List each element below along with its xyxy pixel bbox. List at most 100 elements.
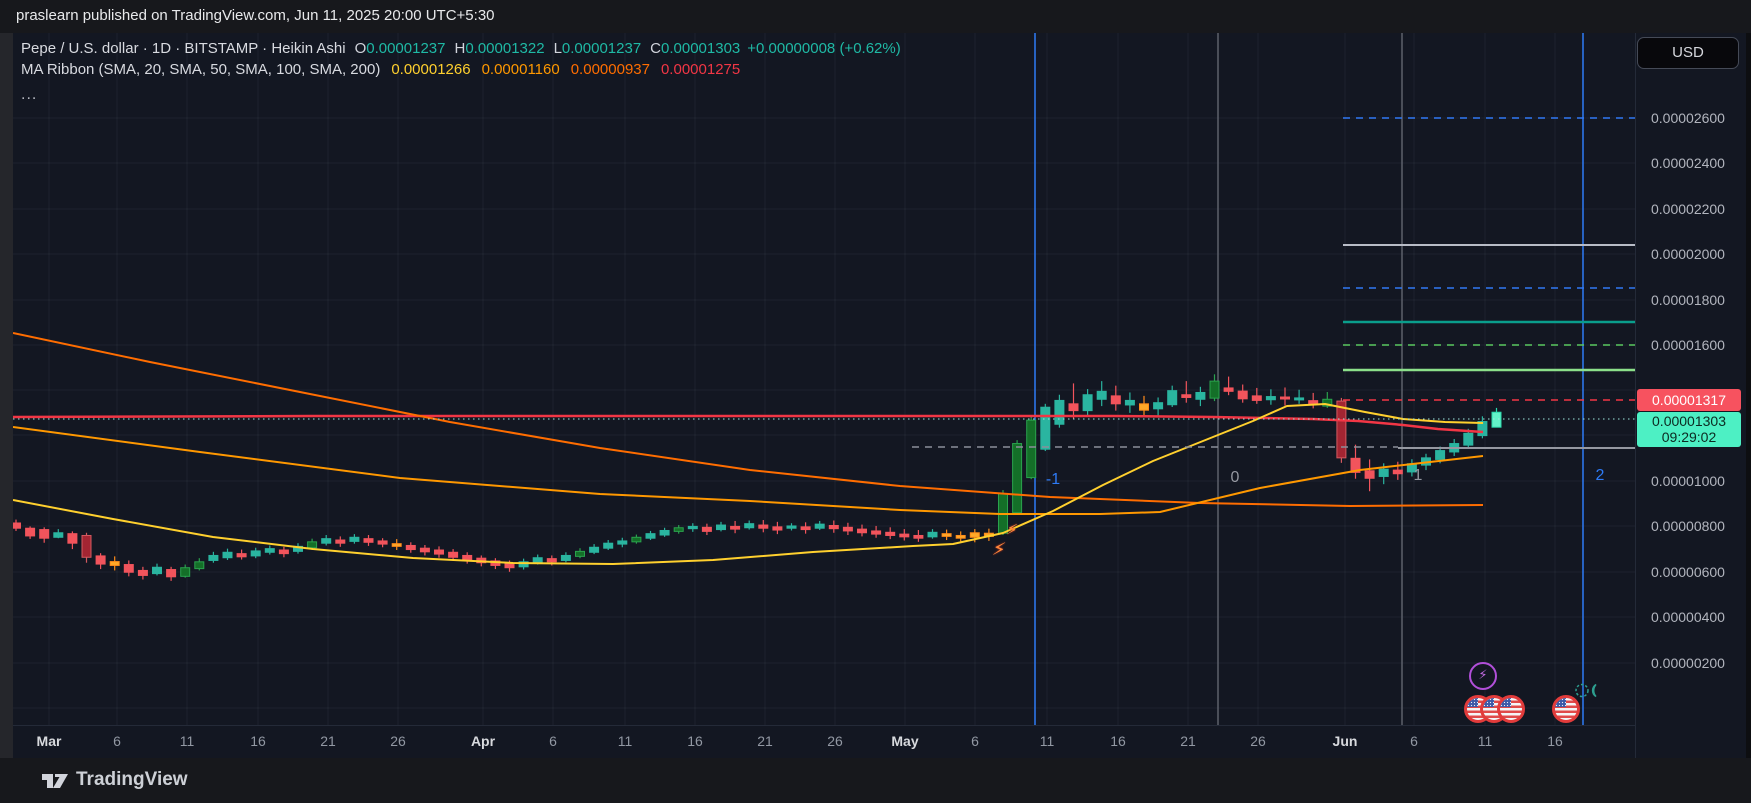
candle [39, 529, 50, 539]
candle [589, 546, 600, 553]
candle [575, 550, 585, 557]
ohlc-label: L [553, 40, 562, 57]
candle [603, 542, 614, 549]
candle [1237, 390, 1248, 400]
ma-value: 0.00001275 [660, 61, 741, 78]
candle [236, 553, 247, 558]
candle [1096, 390, 1107, 400]
time-axis-label: 16 [1547, 733, 1563, 749]
candle [1223, 387, 1234, 392]
tradingview-logo-icon[interactable] [41, 769, 69, 793]
candle [701, 526, 712, 532]
candle [123, 564, 134, 573]
candle [744, 523, 755, 529]
ohlc-values: O0.00001237 H0.00001322 L0.00001237 C0.0000… [346, 40, 901, 57]
candle [363, 538, 374, 543]
bar-countdown: 09:29:02 [1661, 429, 1717, 445]
publish-text: praslearn published on TradingView.com, … [16, 7, 495, 24]
us-flag-event-icon[interactable] [1497, 695, 1525, 723]
candle [1251, 395, 1262, 401]
candle [617, 540, 628, 545]
candle [53, 532, 64, 538]
flash-event-icon[interactable]: ⚡ [1469, 662, 1497, 690]
chart-legend: Pepe / U.S. dollar · 1D · BITSTAMP · Hei… [21, 38, 901, 104]
candle [1392, 469, 1403, 475]
candle [673, 527, 684, 532]
ohlc-value: 0.00001322 [465, 40, 545, 57]
candle [758, 524, 769, 529]
price-axis-label: 0.00000600 [1651, 564, 1725, 580]
ohlc-value: 0.00001303 [661, 40, 741, 57]
candle [560, 554, 571, 561]
candle [1167, 390, 1178, 406]
candle [1012, 443, 1023, 514]
price-axis[interactable]: 0.00001317 0.00001303 09:29:02 0.0000260… [1636, 33, 1746, 725]
chart-widget: Pepe / U.S. dollar · 1D · BITSTAMP · Hei… [13, 33, 1746, 758]
symbol-legend-row[interactable]: Pepe / U.S. dollar · 1D · BITSTAMP · Hei… [21, 38, 901, 59]
time-axis-label: Apr [470, 733, 496, 749]
candle [434, 549, 444, 555]
time-axis-label: 11 [1477, 733, 1493, 749]
candle [321, 538, 332, 544]
candle [1364, 470, 1375, 479]
time-axis-label: 26 [827, 733, 843, 749]
time-axis[interactable]: Mar 6 11 16 21 26 Apr 6 11 16 21 26 May 6 11 16 21 26 Jun 6… [13, 725, 1635, 758]
wave-count-label: 2 [1595, 467, 1605, 484]
legend-more-button[interactable]: ... [21, 86, 901, 104]
candle [645, 533, 656, 539]
candle [335, 539, 346, 544]
ma-ribbon-legend-row[interactable]: MA Ribbon (SMA, 20, SMA, 50, SMA, 100, S… [21, 59, 901, 80]
candle [1294, 397, 1305, 401]
candle [166, 569, 177, 578]
symbol-title: Pepe / U.S. dollar · 1D · BITSTAMP · Hei… [21, 40, 346, 57]
candle [1110, 395, 1121, 405]
candle [81, 534, 92, 558]
candle [1040, 406, 1051, 450]
ma-value: 0.00000937 [570, 61, 650, 78]
candle [222, 551, 233, 559]
candle [67, 533, 78, 544]
price-axis-label: 0.00002600 [1651, 110, 1725, 126]
candle [927, 531, 938, 538]
candle [814, 523, 825, 529]
wave-count-label: -1 [1045, 471, 1061, 488]
ohlc-value: 0.00001237 [366, 40, 446, 57]
candle [250, 550, 261, 557]
candle [1139, 403, 1149, 411]
tradingview-chart-screenshot: praslearn published on TradingView.com, … [0, 0, 1751, 803]
tradingview-brand-text[interactable]: TradingView [76, 769, 188, 791]
time-axis-label: 26 [390, 733, 406, 749]
candle [532, 557, 543, 564]
candle [800, 526, 811, 531]
candle [1068, 403, 1079, 412]
time-axis-label: 11 [617, 733, 633, 749]
candle [137, 569, 148, 576]
candle [208, 554, 219, 561]
candle [899, 533, 910, 538]
candle [109, 561, 120, 566]
candle [730, 525, 741, 530]
candle [842, 526, 853, 532]
candle [1124, 399, 1135, 406]
candle [871, 530, 882, 535]
candle [95, 555, 106, 565]
price-axis-label: 0.00001600 [1651, 337, 1725, 353]
footer-bar: TradingView [0, 758, 1751, 803]
candle [264, 548, 275, 553]
candle [180, 567, 191, 577]
candle [391, 543, 402, 547]
price-chart-canvas[interactable] [13, 33, 1746, 758]
ma-line [13, 403, 1484, 565]
candle [1082, 394, 1093, 412]
ohlc-value: 0.00001237 [561, 40, 642, 57]
candle [377, 540, 388, 545]
high-price-tag: 0.00001317 [1637, 389, 1741, 411]
candle [1280, 396, 1290, 400]
moon-phase-event-icon[interactable] [1574, 682, 1608, 705]
candle [1054, 399, 1065, 425]
candle [1435, 450, 1446, 460]
time-axis-label: 21 [320, 733, 336, 749]
candle [1026, 419, 1037, 479]
price-axis-label: 0.00001800 [1651, 292, 1725, 308]
change-value: +0.00000008 (+0.62%) [747, 40, 901, 57]
